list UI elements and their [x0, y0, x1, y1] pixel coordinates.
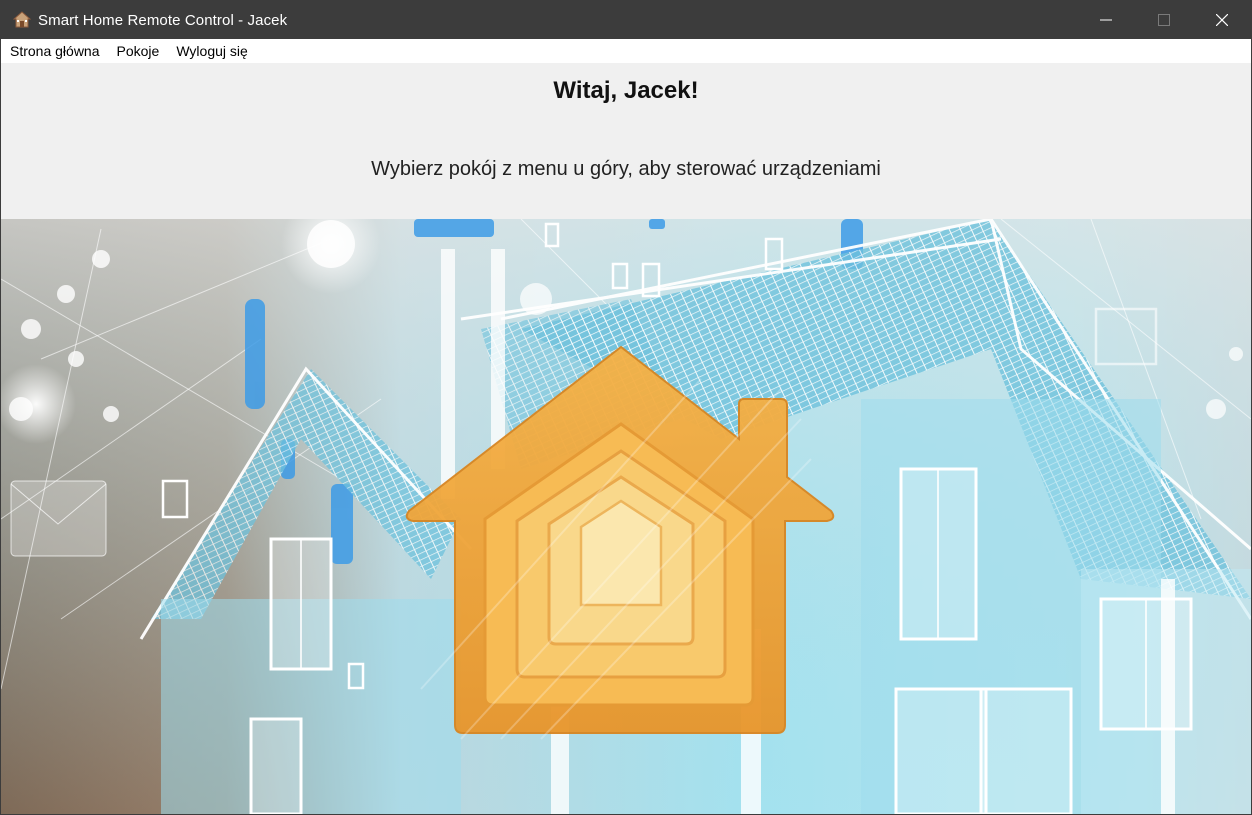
instruction-text: Wybierz pokój z menu u góry, aby sterowa…: [371, 158, 881, 180]
window-title: Smart Home Remote Control - Jacek: [38, 11, 288, 29]
title-bar[interactable]: Smart Home Remote Control - Jacek: [1, 1, 1251, 39]
menu-item-logout[interactable]: Wyloguj się: [167, 39, 255, 63]
minimize-icon: [1100, 19, 1112, 21]
menu-bar: Strona główna Pokoje Wyloguj się: [1, 39, 1251, 63]
menu-item-rooms[interactable]: Pokoje: [108, 39, 168, 63]
house-icon: [12, 10, 32, 30]
maximize-icon: [1158, 14, 1170, 26]
hero-image: [1, 219, 1251, 814]
greeting-heading: Witaj, Jacek!: [553, 77, 699, 104]
welcome-panel: Witaj, Jacek! Wybierz pokój z menu u gór…: [1, 63, 1251, 219]
window-controls: [1077, 1, 1251, 39]
close-icon: [1216, 14, 1228, 26]
maximize-button[interactable]: [1135, 1, 1193, 39]
close-button[interactable]: [1193, 1, 1251, 39]
minimize-button[interactable]: [1077, 1, 1135, 39]
app-window: Smart Home Remote Control - Jacek Strona…: [0, 0, 1252, 815]
envelope-icon: [10, 480, 107, 557]
menu-item-home[interactable]: Strona główna: [1, 39, 108, 63]
smart-home-illustration: [1, 219, 1251, 814]
